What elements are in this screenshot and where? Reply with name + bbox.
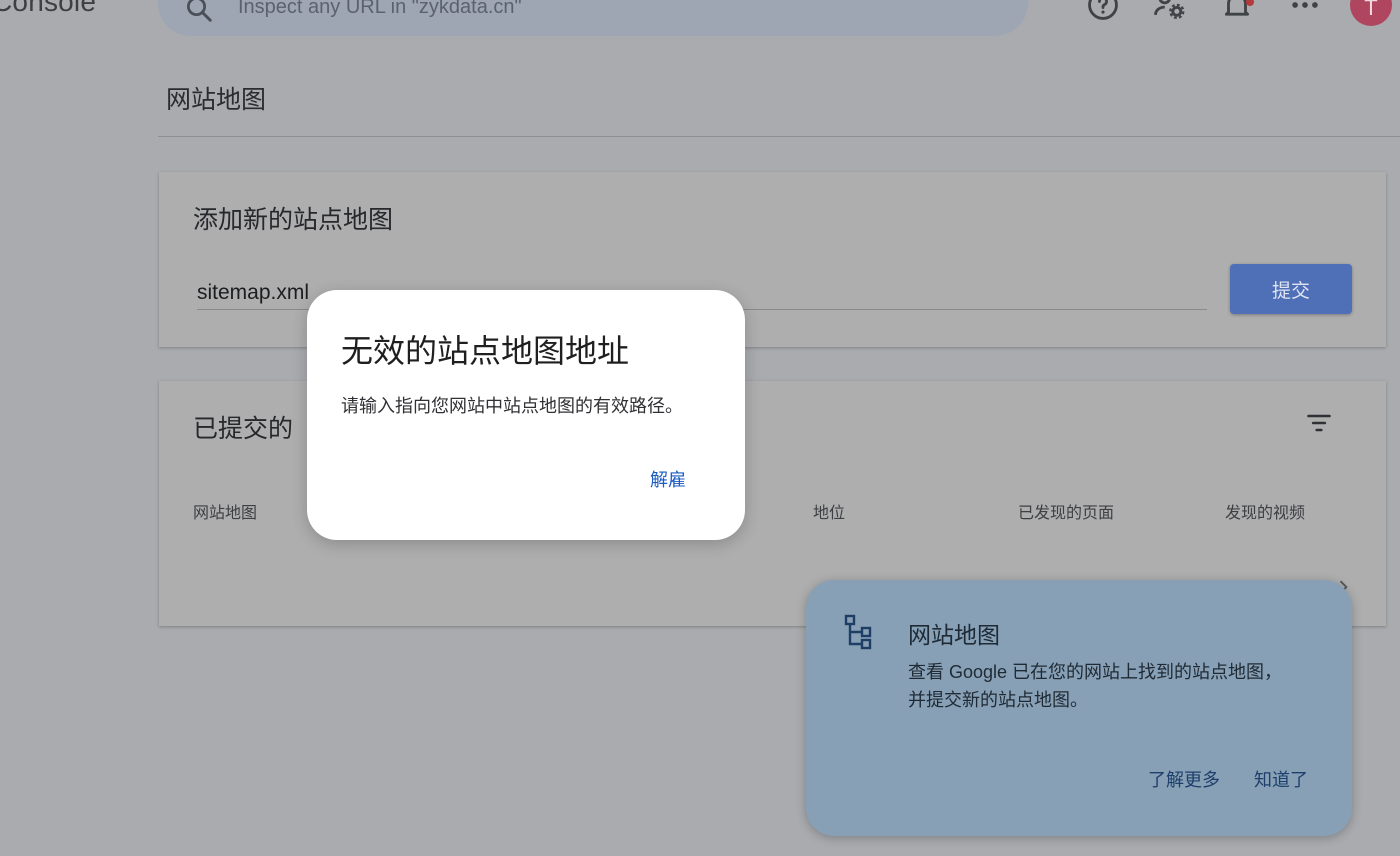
sitemap-icon xyxy=(844,614,874,655)
search-icon[interactable] xyxy=(184,0,214,29)
filter-icon[interactable] xyxy=(1305,409,1333,442)
column-header-status[interactable]: 地位 xyxy=(813,499,845,523)
help-icon[interactable] xyxy=(1086,0,1120,22)
page-title: 网站地图 xyxy=(166,86,267,114)
search-bar[interactable]: Inspect any URL in "zykdata.cn" xyxy=(158,0,1028,36)
tip-title: 网站地图 xyxy=(908,622,1000,648)
tip-description: 查看 Google 已在您的网站上找到的站点地图，并提交新的站点地图。 xyxy=(908,662,1283,710)
column-header-videos[interactable]: 发现的视频 xyxy=(1225,499,1305,523)
brand-title: Console xyxy=(0,0,97,17)
submitted-sitemaps-title: 已提交的 xyxy=(193,415,294,443)
search-input[interactable]: Inspect any URL in "zykdata.cn" xyxy=(238,0,522,19)
avatar[interactable]: T xyxy=(1350,0,1392,26)
submit-button[interactable]: 提交 xyxy=(1230,264,1352,314)
apps-icon[interactable] xyxy=(1288,0,1322,22)
admin-settings-icon[interactable] xyxy=(1152,0,1186,22)
divider xyxy=(158,136,1400,137)
column-header-pages[interactable]: 已发现的页面 xyxy=(1018,499,1114,523)
add-sitemap-title: 添加新的站点地图 xyxy=(193,206,394,234)
invalid-sitemap-dialog: 无效的站点地图地址 请输入指向您网站中站点地图的有效路径。 解雇 xyxy=(307,290,745,540)
learn-more-button[interactable]: 了解更多 xyxy=(1148,766,1220,792)
dialog-message: 请输入指向您网站中站点地图的有效路径。 xyxy=(341,396,683,416)
got-it-button[interactable]: 知道了 xyxy=(1254,766,1308,792)
dismiss-button[interactable]: 解雇 xyxy=(633,462,703,496)
sitemap-tip-card: 网站地图 查看 Google 已在您的网站上找到的站点地图，并提交新的站点地图。… xyxy=(806,580,1352,836)
dialog-title: 无效的站点地图地址 xyxy=(341,333,630,369)
column-header-sitemap[interactable]: 网站地图 xyxy=(193,499,257,523)
